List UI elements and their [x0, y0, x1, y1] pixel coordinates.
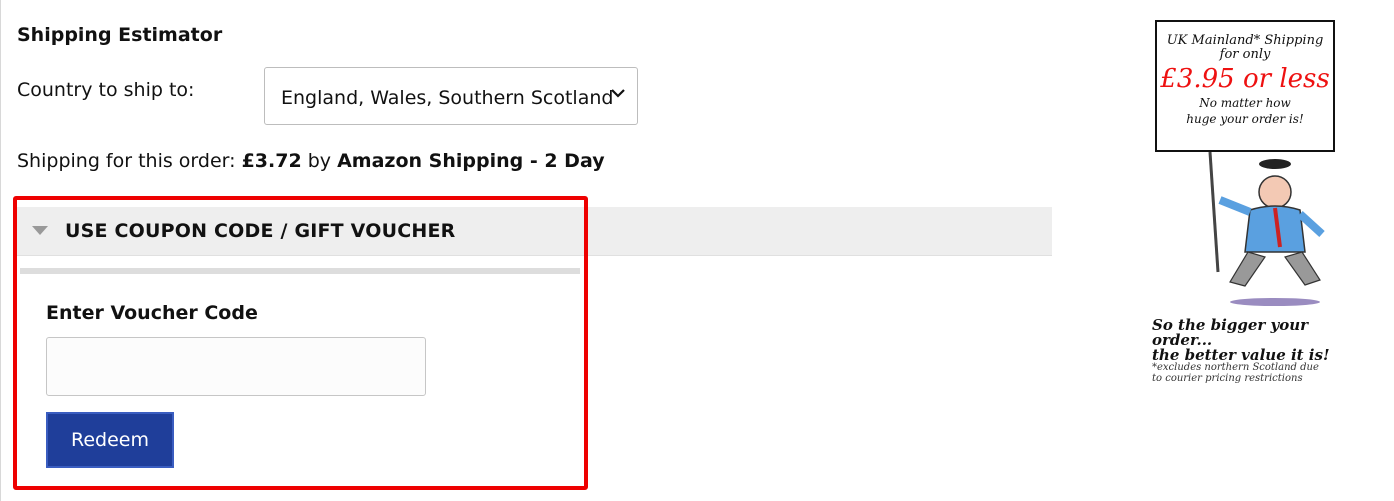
shipping-estimator-title: Shipping Estimator — [17, 24, 223, 46]
promo-sign-line1: UK Mainland* Shipping — [1166, 33, 1324, 48]
promo-sign-line2: for only — [1219, 47, 1271, 62]
promo-sign-price: £3.95 or less — [1160, 64, 1330, 94]
promo-sign: UK Mainland* Shipping for only £3.95 or … — [1155, 20, 1335, 152]
promo-note-2: to courier pricing restrictions — [1152, 373, 1303, 384]
collapse-triangle-icon — [32, 226, 48, 235]
coupon-section-title: USE COUPON CODE / GIFT VOUCHER — [65, 220, 456, 242]
promo-tagline-1: So the bigger your order... — [1152, 316, 1309, 349]
page-edge-rule — [0, 0, 1, 501]
promo-sign-line4b: huge your order is! — [1186, 112, 1304, 126]
country-label: Country to ship to: — [17, 79, 195, 101]
country-select-value: England, Wales, Southern Scotland — [281, 87, 614, 109]
cartoon-man-icon — [1208, 152, 1325, 306]
redeem-button[interactable]: Redeem — [46, 412, 174, 468]
promo-tagline: So the bigger your order... the better v… — [1152, 318, 1370, 363]
promo-tagline-2: the better value it is! — [1152, 346, 1330, 364]
country-select[interactable]: England, Wales, Southern Scotland — [264, 67, 638, 125]
promo-note-1: *excludes northern Scotland due — [1152, 362, 1319, 373]
voucher-panel: Enter Voucher Code Redeem — [20, 268, 580, 486]
shipping-by: by — [307, 150, 332, 172]
shipping-promo-banner: UK Mainland* Shipping for only £3.95 or … — [1140, 18, 1370, 398]
coupon-accordion-header[interactable]: USE COUPON CODE / GIFT VOUCHER — [15, 207, 1052, 256]
shipping-method: Amazon Shipping - 2 Day — [337, 150, 605, 172]
shipping-prefix: Shipping for this order: — [17, 150, 236, 172]
promo-sign-line4a: No matter how — [1199, 96, 1291, 110]
chevron-down-icon — [611, 86, 625, 102]
shipping-amount: £3.72 — [241, 150, 302, 172]
promo-footnote: *excludes northern Scotland due to couri… — [1152, 362, 1319, 384]
shipping-cost-line: Shipping for this order: £3.72 by Amazon… — [17, 150, 605, 172]
voucher-code-input[interactable] — [46, 337, 426, 396]
voucher-code-label: Enter Voucher Code — [46, 302, 258, 324]
